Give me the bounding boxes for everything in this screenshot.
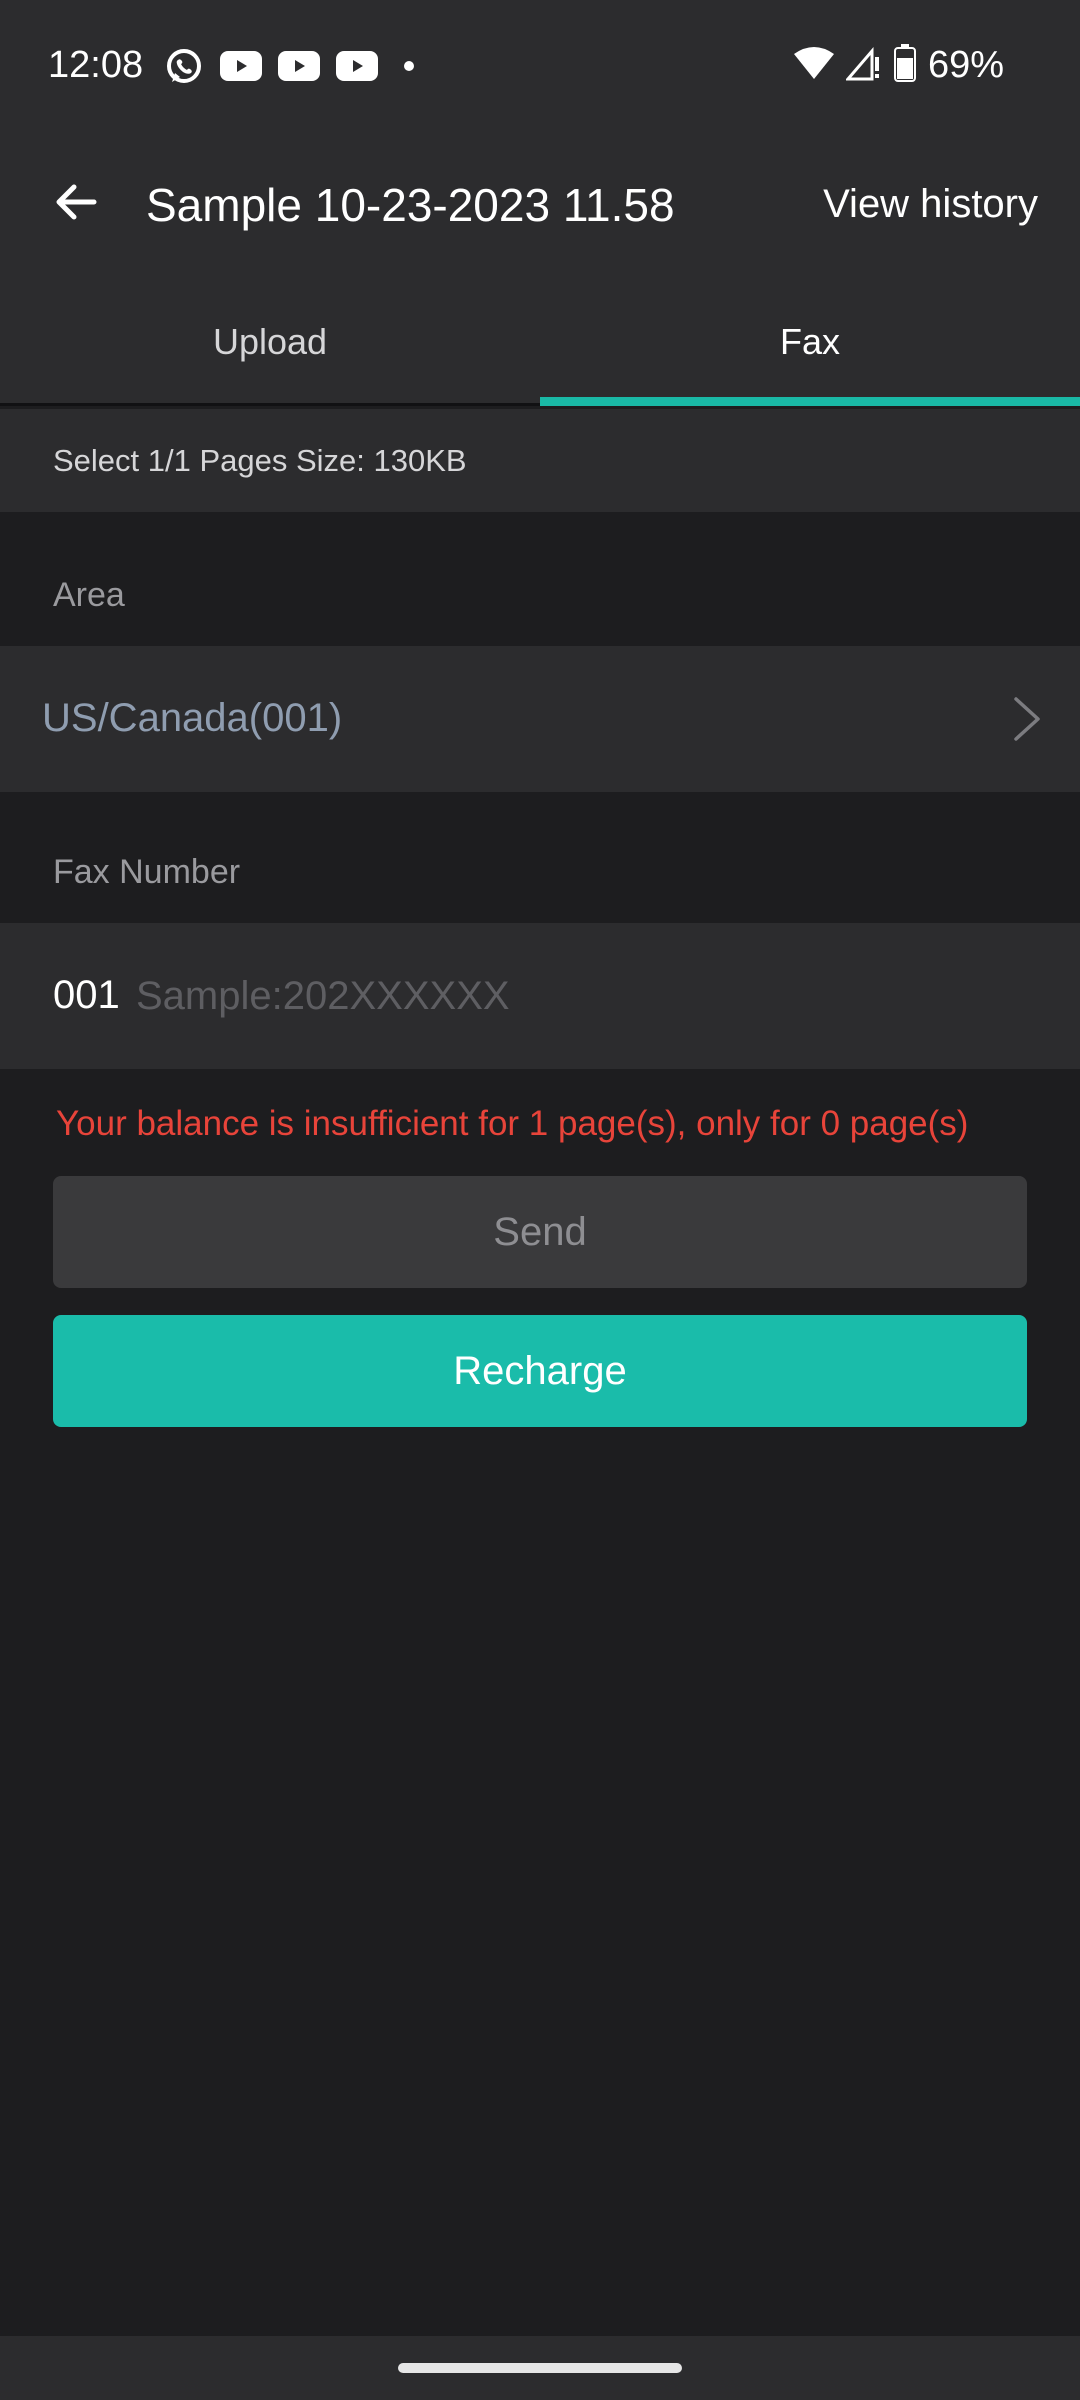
view-history-button[interactable]: View history xyxy=(823,182,1038,227)
area-value: US/Canada(001) xyxy=(42,696,343,740)
battery-icon xyxy=(893,44,916,87)
youtube-icon xyxy=(278,51,320,86)
send-button[interactable]: Send xyxy=(53,1176,1027,1288)
page-title: Sample 10-23-2023 11.58 xyxy=(146,179,675,231)
home-indicator[interactable] xyxy=(398,2363,682,2373)
status-time: 12:08 xyxy=(48,44,144,86)
tab-fax[interactable]: Fax xyxy=(540,280,1080,406)
fax-number-label: Fax Number xyxy=(53,853,241,891)
balance-error-message: Your balance is insufficient for 1 page(… xyxy=(56,1104,969,1143)
area-selector[interactable]: US/Canada(001) xyxy=(0,646,1080,792)
app-bar: Sample 10-23-2023 11.58 View history xyxy=(0,132,1080,280)
recharge-button[interactable]: Recharge xyxy=(53,1315,1027,1427)
status-bar: 12:08 69% xyxy=(0,0,1080,132)
back-button[interactable] xyxy=(48,176,104,232)
navigation-bar xyxy=(0,2336,1080,2400)
wifi-icon xyxy=(793,46,834,85)
fax-country-code: 001 xyxy=(53,973,120,1017)
arrow-left-icon xyxy=(54,180,98,229)
area-label: Area xyxy=(53,576,125,614)
youtube-icon xyxy=(336,51,378,86)
fax-number-row: 001 xyxy=(0,923,1080,1069)
notification-icons xyxy=(164,46,424,91)
system-icons: 69% xyxy=(793,44,1004,87)
whatsapp-icon xyxy=(164,46,204,91)
youtube-icon xyxy=(220,51,262,86)
fax-number-input[interactable] xyxy=(136,963,1016,1029)
cell-signal-icon xyxy=(844,45,882,86)
chevron-right-icon xyxy=(1012,696,1042,747)
page-info: Select 1/1 Pages Size: 130KB xyxy=(0,409,1080,512)
dot-icon xyxy=(394,51,424,86)
tab-bar: Upload Fax xyxy=(0,280,1080,406)
battery-percentage: 69% xyxy=(927,44,1004,86)
tab-upload[interactable]: Upload xyxy=(0,280,540,403)
